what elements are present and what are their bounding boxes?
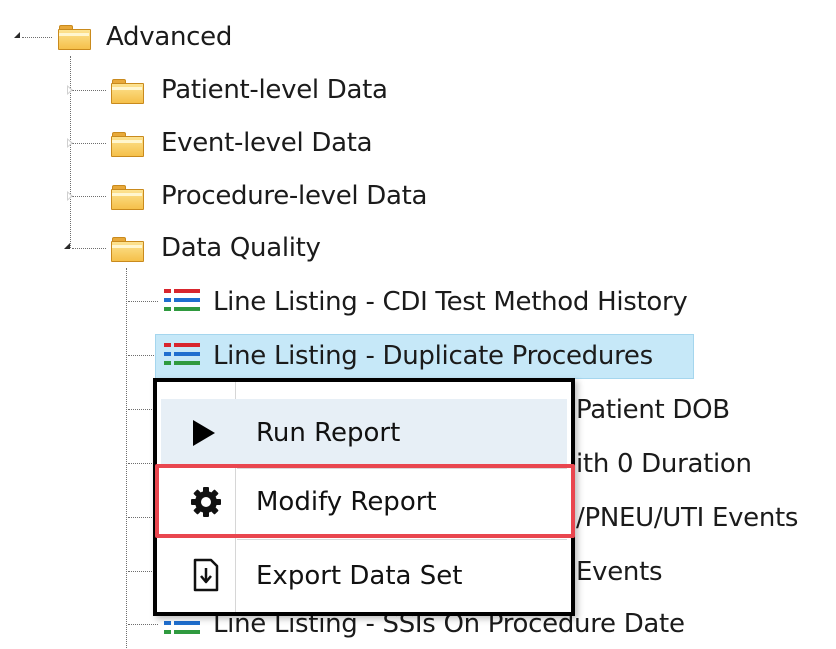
- collapse-arrow-icon[interactable]: [14, 32, 20, 38]
- menu-item-label: Run Report: [256, 418, 401, 448]
- menu-item-export-data-set[interactable]: Export Data Set: [161, 542, 567, 610]
- tree-node-report-selected[interactable]: Line Listing - Duplicate Procedures: [213, 339, 653, 373]
- tree-connector: [128, 624, 158, 625]
- tree-connector: [128, 517, 154, 518]
- tree-node-report[interactable]: ith 0 Duration: [576, 447, 752, 481]
- tree-node-report[interactable]: /PNEU/UTI Events: [576, 501, 798, 535]
- report-list-icon: [164, 289, 200, 315]
- tree-connector: [72, 143, 106, 144]
- tree-connector: [126, 268, 127, 648]
- highlight-annotation: [155, 464, 575, 538]
- tree-connector: [128, 409, 154, 410]
- collapse-arrow-icon[interactable]: [64, 243, 70, 249]
- tree-connector: [128, 355, 158, 356]
- tree-node-report[interactable]: Patient DOB: [576, 393, 730, 427]
- tree-connector: [72, 196, 106, 197]
- tree-node-procedure-level-data[interactable]: Procedure-level Data: [161, 179, 428, 213]
- export-icon: [161, 542, 235, 610]
- expand-arrow-icon[interactable]: [67, 191, 73, 201]
- tree-connector: [22, 37, 52, 38]
- folder-icon: [111, 132, 144, 157]
- menu-divider: [237, 539, 567, 540]
- folder-open-icon: [58, 25, 91, 50]
- folder-icon: [111, 185, 144, 210]
- play-icon: [161, 399, 235, 467]
- tree-connector: [128, 463, 154, 464]
- tree-node-report[interactable]: Events: [576, 555, 663, 589]
- menu-item-run-report[interactable]: Run Report: [161, 399, 567, 467]
- report-list-icon: [164, 343, 200, 369]
- tree-connector: [128, 301, 158, 302]
- expand-arrow-icon[interactable]: [67, 85, 73, 95]
- tree-node-advanced[interactable]: Advanced: [106, 20, 232, 54]
- tree-connector: [128, 571, 154, 572]
- folder-open-icon: [111, 237, 144, 262]
- report-tree-view: Advanced Patient-level Data Event-level …: [0, 0, 836, 649]
- tree-node-event-level-data[interactable]: Event-level Data: [161, 126, 373, 160]
- menu-item-label: Export Data Set: [256, 561, 463, 591]
- tree-node-patient-level-data[interactable]: Patient-level Data: [161, 73, 388, 107]
- tree-node-data-quality[interactable]: Data Quality: [161, 231, 321, 265]
- tree-node-report[interactable]: Line Listing - CDI Test Method History: [213, 285, 688, 319]
- folder-icon: [111, 79, 144, 104]
- expand-arrow-icon[interactable]: [67, 138, 73, 148]
- tree-connector: [72, 90, 106, 91]
- tree-connector: [72, 248, 106, 249]
